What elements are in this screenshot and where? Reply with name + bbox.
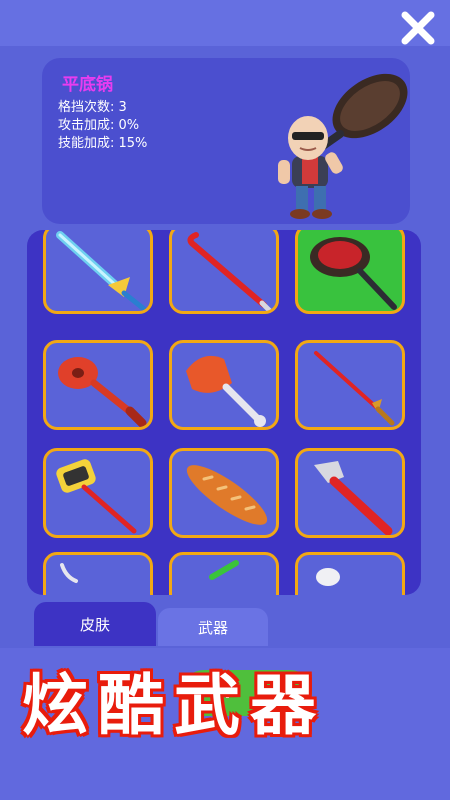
tab-weapon[interactable]: 武器 bbox=[158, 608, 268, 646]
stick-icon bbox=[209, 560, 239, 580]
category-tabs: 皮肤 武器 bbox=[0, 602, 450, 648]
weapon-info-panel: 平底锅 格挡次数: 3 攻击加成: 0% 技能加成: 15% bbox=[42, 58, 410, 224]
katana-icon bbox=[314, 351, 395, 426]
attack-bonus-stat: 攻击加成: 0% bbox=[58, 118, 140, 133]
weapon-cell-pipe-wrench[interactable] bbox=[295, 448, 405, 538]
weapon-cell-guitar[interactable] bbox=[43, 340, 153, 430]
weapon-cell-frying-pan[interactable] bbox=[295, 230, 405, 314]
weapon-cell-baguette[interactable] bbox=[169, 448, 279, 538]
blade-icon bbox=[60, 563, 78, 583]
disc-icon bbox=[316, 568, 340, 586]
guitar-icon bbox=[58, 357, 147, 427]
block-count-stat: 格挡次数: 3 bbox=[58, 100, 127, 115]
skill-bonus-stat: 技能加成: 15% bbox=[58, 136, 148, 151]
tab-skin[interactable]: 皮肤 bbox=[34, 602, 156, 646]
pipe-wrench-icon bbox=[314, 461, 393, 535]
close-icon bbox=[401, 11, 435, 45]
weapon-cell-partial-3[interactable] bbox=[295, 552, 405, 595]
tab-weapon-label: 武器 bbox=[197, 618, 228, 637]
hammer-icon bbox=[56, 459, 137, 534]
frying-pan-icon bbox=[310, 237, 397, 310]
tab-skin-label: 皮肤 bbox=[79, 615, 110, 634]
weapon-cell-crowbar[interactable] bbox=[169, 230, 279, 314]
close-button[interactable] bbox=[398, 8, 438, 48]
banner-title: 炫酷武器 bbox=[22, 667, 326, 744]
character-preview bbox=[278, 73, 408, 219]
weapon-grid[interactable] bbox=[27, 230, 421, 595]
weapon-name: 平底锅 bbox=[62, 75, 113, 95]
baguette-icon bbox=[186, 465, 268, 525]
crowbar-icon bbox=[187, 232, 273, 311]
weapon-cell-sword[interactable] bbox=[43, 230, 153, 314]
top-bar bbox=[0, 0, 450, 46]
weapon-cell-katana[interactable] bbox=[295, 340, 405, 430]
weapon-cell-partial-2[interactable] bbox=[169, 552, 279, 595]
drumstick-icon bbox=[186, 355, 266, 427]
sword-icon bbox=[56, 231, 147, 311]
weapon-cell-partial-1[interactable] bbox=[43, 552, 153, 595]
weapon-cell-drumstick[interactable] bbox=[169, 340, 279, 430]
weapon-cell-hammer[interactable] bbox=[43, 448, 153, 538]
